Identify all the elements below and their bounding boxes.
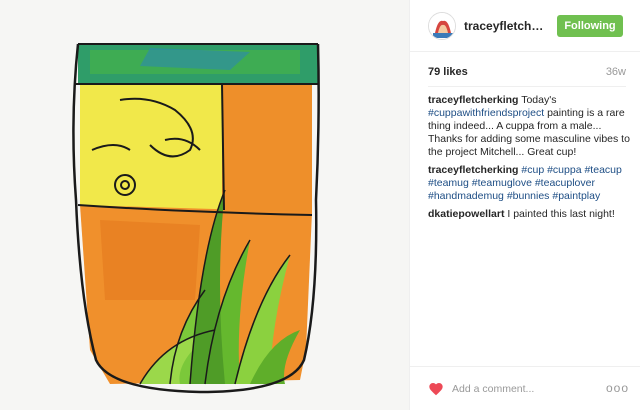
post-meta: 79 likes 36w (428, 66, 626, 86)
comment-username[interactable]: dkatiepowellart (428, 208, 504, 220)
comment-username[interactable]: traceyfletcherking (428, 164, 518, 176)
painted-cup-illustration (0, 0, 409, 410)
add-comment-input[interactable] (452, 380, 592, 398)
instagram-post: traceyfletcherki... Following 79 likes 3… (0, 0, 640, 410)
like-count[interactable]: 79 likes (428, 66, 468, 78)
hashtag-link[interactable]: #paintplay (552, 190, 600, 202)
hashtag-link[interactable]: #cuppa (547, 164, 581, 176)
post-header: traceyfletcherki... Following (410, 0, 640, 52)
divider (428, 86, 626, 87)
following-button[interactable]: Following (557, 15, 623, 37)
hashtag-link[interactable]: #handmademug (428, 190, 504, 202)
hashtag-link[interactable]: #teacuplover (535, 177, 595, 189)
hashtag-link[interactable]: #teamuglove (472, 177, 532, 189)
comment-item: traceyfletcherking #cup #cuppa #teacup #… (428, 164, 630, 203)
hashtag-link[interactable]: #bunnies (507, 190, 550, 202)
more-options-icon[interactable]: ooo (606, 382, 629, 394)
post-sidebar: traceyfletcherki... Following 79 likes 3… (409, 0, 640, 410)
comment-text: Today's (518, 94, 557, 106)
post-footer: ooo (410, 366, 640, 410)
hashtag-link[interactable]: #teamug (428, 177, 469, 189)
comment-text: I painted this last night! (504, 208, 615, 220)
post-age[interactable]: 36w (606, 66, 626, 78)
comment-list: traceyfletcherking Today's #cuppawithfri… (428, 94, 630, 226)
heart-icon[interactable] (428, 381, 444, 397)
comment-item: traceyfletcherking Today's #cuppawithfri… (428, 94, 630, 159)
hashtag-link[interactable]: #cup (521, 164, 544, 176)
hashtag-link[interactable]: #cuppawithfriendsproject (428, 107, 544, 119)
avatar[interactable] (428, 12, 456, 40)
comment-item: dkatiepowellart I painted this last nigh… (428, 208, 630, 221)
avatar-image (429, 13, 455, 39)
post-username[interactable]: traceyfletcherki... (464, 19, 546, 33)
comment-username[interactable]: traceyfletcherking (428, 94, 518, 106)
hashtag-link[interactable]: #teacup (584, 164, 621, 176)
post-photo[interactable] (0, 0, 409, 410)
